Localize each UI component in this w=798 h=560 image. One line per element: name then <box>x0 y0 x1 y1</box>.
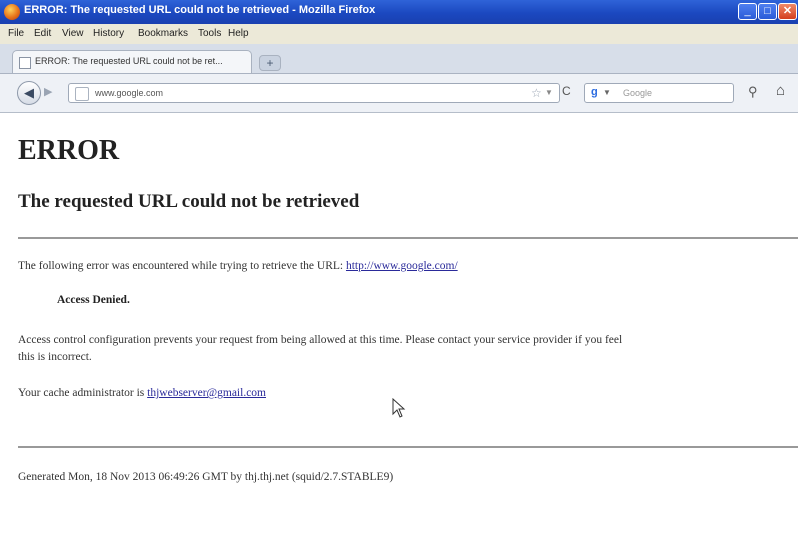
menu-view[interactable]: View <box>62 28 84 39</box>
bookmark-star-icon[interactable]: ☆ <box>531 86 542 100</box>
error-intro-text: The following error was encountered whil… <box>18 260 346 272</box>
reload-button[interactable]: C <box>562 84 571 98</box>
back-button[interactable]: ◀ <box>17 81 41 105</box>
search-bar[interactable]: g ▼ Google <box>584 83 734 103</box>
url-dropdown-icon[interactable]: ▼ <box>545 88 553 97</box>
engine-dropdown-icon[interactable]: ▼ <box>603 88 611 97</box>
url-bar[interactable]: www.google.com ☆ ▼ <box>68 83 560 103</box>
site-identity-icon[interactable] <box>75 87 89 101</box>
divider-top <box>18 237 798 239</box>
mouse-cursor-icon <box>392 398 406 418</box>
menu-history[interactable]: History <box>93 28 124 39</box>
firefox-icon <box>4 4 20 20</box>
home-icon[interactable]: ⌂ <box>776 82 785 99</box>
tab-label: ERROR: The requested URL could not be re… <box>35 56 223 66</box>
navigation-toolbar: ◀ ▶ www.google.com ☆ ▼ C g ▼ Google ⚲ ⌂ <box>0 74 798 113</box>
page-subtitle: The requested URL could not be retrieved <box>18 191 360 212</box>
page-icon <box>19 57 31 69</box>
url-text[interactable]: www.google.com <box>95 88 163 98</box>
error-url-link[interactable]: http://www.google.com/ <box>346 260 458 272</box>
page-title: ERROR <box>18 135 120 166</box>
maximize-button[interactable]: □ <box>758 3 777 20</box>
menu-tools[interactable]: Tools <box>198 28 221 39</box>
close-button[interactable]: ✕ <box>778 3 797 20</box>
menu-bar: File Edit View History Bookmarks Tools H… <box>0 24 798 44</box>
new-tab-button[interactable]: + <box>259 55 281 71</box>
window-titlebar: ERROR: The requested URL could not be re… <box>0 0 798 24</box>
menu-file[interactable]: File <box>8 28 24 39</box>
menu-bookmarks[interactable]: Bookmarks <box>138 28 188 39</box>
policy-text-line2: this is incorrect. <box>18 351 92 363</box>
tab-strip: ERROR: The requested URL could not be re… <box>0 44 798 74</box>
forward-button[interactable]: ▶ <box>44 85 52 98</box>
menu-help[interactable]: Help <box>228 28 249 39</box>
magnifier-icon[interactable]: ⚲ <box>748 84 758 100</box>
menu-edit[interactable]: Edit <box>34 28 51 39</box>
generated-footer: Generated Mon, 18 Nov 2013 06:49:26 GMT … <box>18 471 394 483</box>
tab-error-page[interactable]: ERROR: The requested URL could not be re… <box>12 50 252 73</box>
admin-text: Your cache administrator is <box>18 387 148 399</box>
error-intro: The following error was encountered whil… <box>18 260 458 272</box>
search-input[interactable]: Google <box>623 88 652 98</box>
access-denied-text: Access Denied. <box>57 294 130 306</box>
google-engine-icon[interactable]: g <box>591 86 598 98</box>
window-title: ERROR: The requested URL could not be re… <box>24 4 376 16</box>
admin-email-link[interactable]: thjwebserver@gmail.com <box>147 387 266 399</box>
admin-line: Your cache administrator is thjwebserver… <box>18 387 266 399</box>
policy-text-line1: Access control configuration prevents yo… <box>18 334 623 346</box>
minimize-button[interactable]: _ <box>738 3 757 20</box>
page-content: ERROR The requested URL could not be ret… <box>0 113 798 560</box>
divider-bottom <box>18 446 798 448</box>
